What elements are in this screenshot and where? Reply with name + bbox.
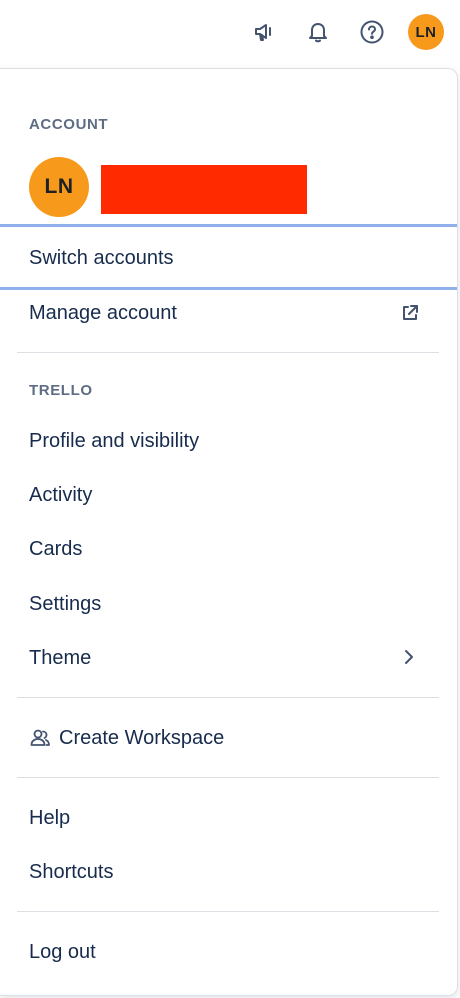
- divider: [17, 777, 439, 778]
- account-avatar: LN: [29, 157, 89, 217]
- account-summary: LN: [29, 157, 307, 217]
- help-circle-icon[interactable]: [354, 14, 390, 50]
- divider: [17, 697, 439, 698]
- megaphone-icon[interactable]: [246, 14, 282, 50]
- divider: [17, 352, 439, 353]
- chevron-right-icon: [400, 647, 418, 672]
- bell-icon[interactable]: [300, 14, 336, 50]
- external-link-icon: [400, 303, 420, 328]
- create-workspace-item[interactable]: Create Workspace: [29, 725, 224, 751]
- trello-section-title: TRELLO: [29, 382, 93, 399]
- redacted-account-name: [101, 165, 307, 214]
- create-workspace-label: Create Workspace: [59, 726, 225, 749]
- manage-account-item[interactable]: Manage account: [29, 300, 177, 326]
- cards-item[interactable]: Cards: [29, 536, 82, 562]
- shortcuts-item[interactable]: Shortcuts: [29, 859, 113, 885]
- people-icon: [29, 727, 51, 749]
- activity-item[interactable]: Activity: [29, 482, 92, 508]
- account-menu: ACCOUNT LN Switch accounts Manage accoun…: [0, 68, 458, 996]
- log-out-item[interactable]: Log out: [29, 939, 96, 965]
- switch-accounts-item[interactable]: Switch accounts: [0, 224, 457, 290]
- profile-visibility-item[interactable]: Profile and visibility: [29, 428, 199, 454]
- switch-accounts-label: Switch accounts: [29, 247, 174, 269]
- settings-item[interactable]: Settings: [29, 591, 101, 617]
- divider: [17, 911, 439, 912]
- theme-item[interactable]: Theme: [29, 645, 91, 671]
- avatar[interactable]: LN: [408, 14, 444, 50]
- account-section-title: ACCOUNT: [29, 116, 109, 133]
- top-bar: LN: [0, 0, 460, 64]
- help-item[interactable]: Help: [29, 805, 70, 831]
